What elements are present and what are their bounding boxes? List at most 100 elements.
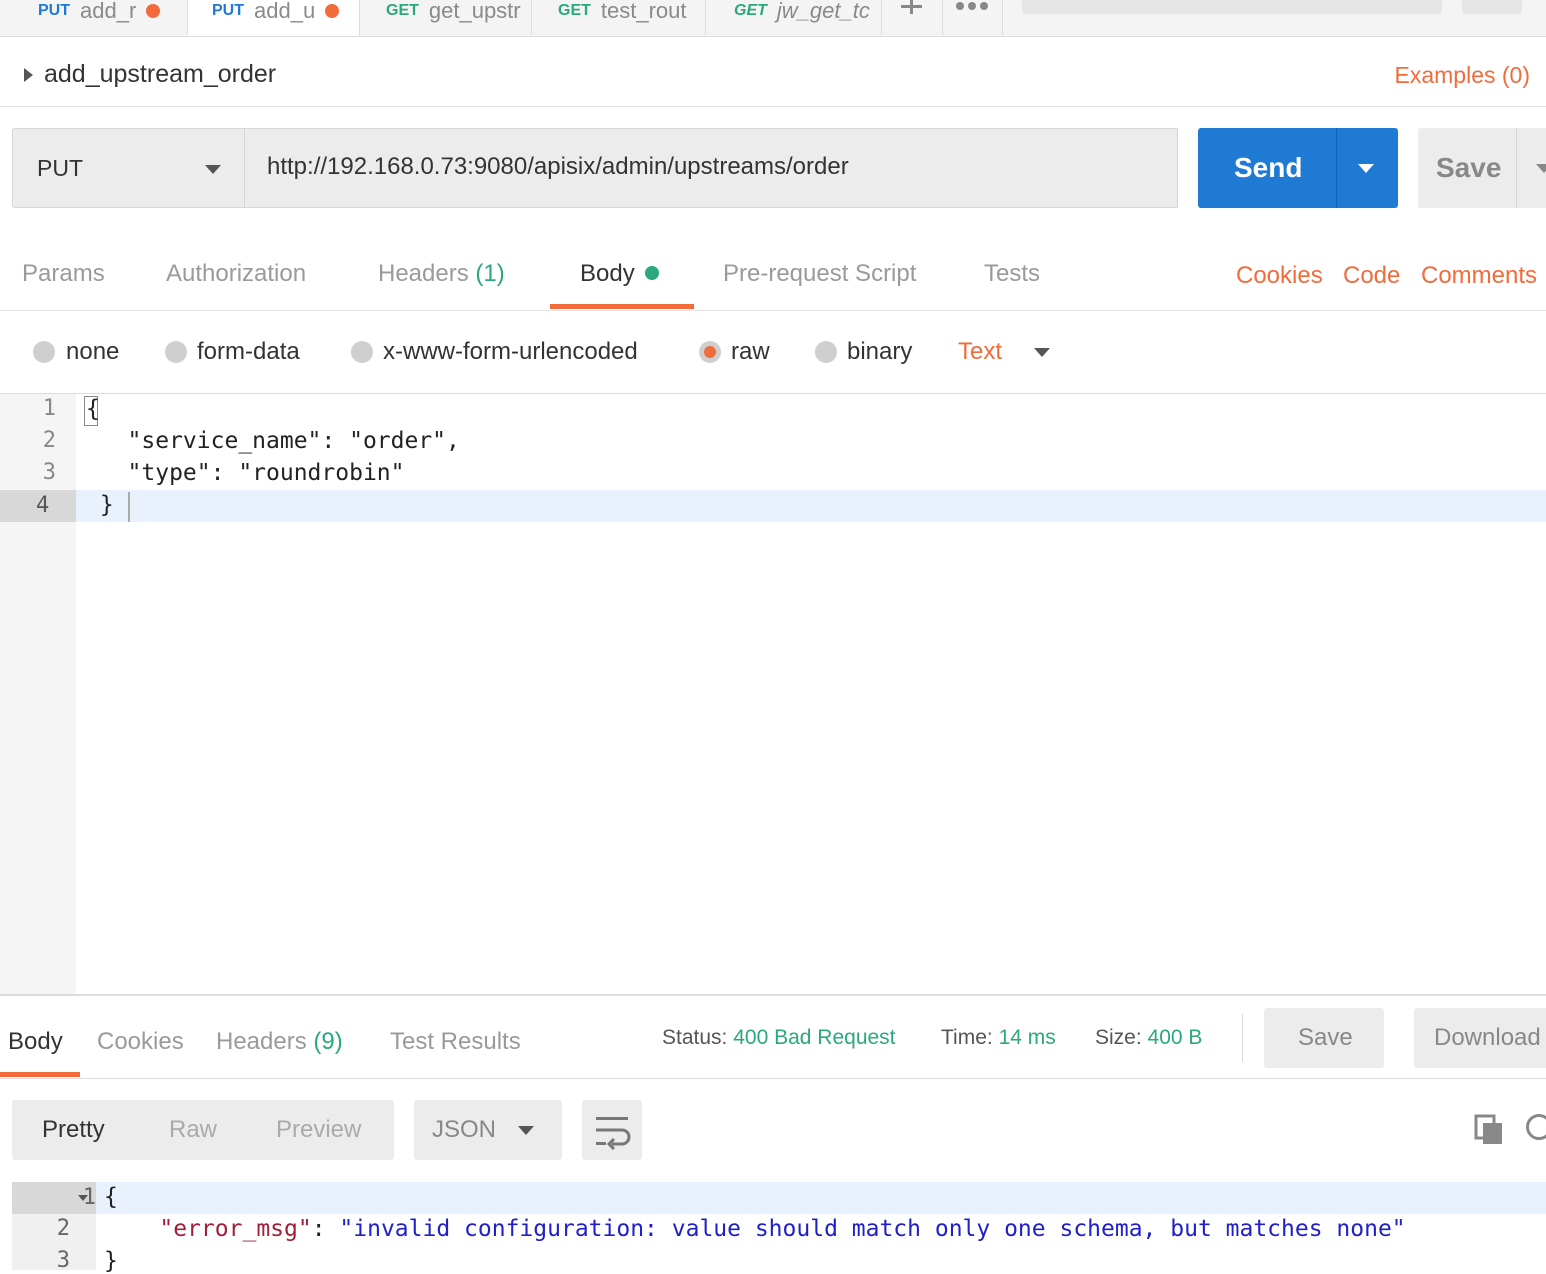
tab-title: test_rout: [600, 0, 687, 23]
url-input[interactable]: http://192.168.0.73:9080/apisix/admin/up…: [245, 128, 1178, 208]
request-name[interactable]: add_upstream_order: [44, 60, 276, 89]
line-number: 4: [0, 490, 76, 522]
language-select[interactable]: JSON: [414, 1100, 562, 1160]
tab-bar: PUT add_r PUT add_u GET get_upstr GET te…: [0, 0, 1546, 37]
radio-form-data-label[interactable]: form-data: [197, 338, 300, 366]
save-button[interactable]: Save: [1418, 128, 1546, 208]
new-tab-button[interactable]: [882, 0, 943, 35]
response-json-open: {: [104, 1184, 118, 1210]
tab-title: add_r: [80, 0, 137, 23]
environment-quick-look-button[interactable]: [1462, 0, 1522, 14]
copy-icon: [1474, 1114, 1502, 1144]
download-response-button[interactable]: Download: [1414, 1008, 1546, 1068]
save-divider: [1516, 128, 1517, 208]
tab-headers-label: Headers: [378, 260, 469, 287]
radio-raw-label[interactable]: raw: [731, 338, 770, 366]
size-label: Size:: [1095, 1026, 1142, 1049]
response-tab-test-results[interactable]: Test Results: [390, 1028, 521, 1056]
radio-form-data[interactable]: [165, 341, 187, 363]
editor-line[interactable]: "service_name": "order",: [86, 428, 460, 454]
tab-title: add_u: [254, 0, 316, 23]
time-label: Time:: [941, 1026, 993, 1049]
response-tab-body[interactable]: Body: [8, 1028, 63, 1056]
response-tab-cookies[interactable]: Cookies: [97, 1028, 184, 1056]
tab-method: PUT: [212, 2, 244, 19]
headers-count: (1): [475, 260, 505, 287]
time-value: 14 ms: [998, 1026, 1056, 1049]
cookies-link[interactable]: Cookies: [1236, 262, 1323, 290]
tab-method: GET: [386, 1, 419, 19]
language-label: JSON: [432, 1116, 497, 1143]
url-text: http://192.168.0.73:9080/apisix/admin/up…: [267, 153, 849, 180]
send-divider: [1336, 128, 1337, 208]
environment-select[interactable]: [1022, 0, 1442, 14]
response-current-line: [96, 1182, 1546, 1214]
plus-icon: [901, 0, 922, 14]
method-select[interactable]: PUT: [12, 128, 245, 208]
editor-line[interactable]: }: [86, 492, 114, 518]
copy-button[interactable]: [1474, 1114, 1504, 1146]
comments-link[interactable]: Comments: [1421, 262, 1537, 290]
unsaved-dot-icon: [146, 3, 161, 18]
tab-body[interactable]: Body: [580, 260, 659, 288]
more-tabs-button[interactable]: [942, 0, 1003, 35]
send-label: Send: [1234, 152, 1303, 183]
size-value: 400 B: [1147, 1026, 1203, 1049]
format-pretty[interactable]: Pretty: [42, 1116, 105, 1144]
tab-test-rout[interactable]: GET test_rout: [532, 0, 706, 35]
chevron-down-icon[interactable]: [1358, 164, 1374, 173]
radio-binary[interactable]: [815, 341, 837, 363]
tab-prerequest-script[interactable]: Pre-request Script: [723, 260, 916, 288]
line-number: 3: [42, 460, 56, 485]
format-raw[interactable]: Raw: [169, 1116, 217, 1144]
chevron-down-icon: [518, 1126, 534, 1135]
status-value: 400 Bad Request: [733, 1026, 896, 1049]
radio-none[interactable]: [33, 341, 55, 363]
unsaved-dot-icon: [325, 4, 340, 18]
line-number: 1: [42, 396, 56, 421]
tab-jw-get-tc[interactable]: GET jw_get_tc: [706, 0, 882, 35]
radio-urlencoded[interactable]: [351, 341, 373, 363]
response-json-line: "error_msg": "invalid configuration: val…: [104, 1216, 1405, 1242]
tab-method: PUT: [38, 1, 70, 19]
status-separator: [1242, 1014, 1243, 1062]
response-time: Time: 14 ms: [941, 1026, 1056, 1050]
more-icon: [956, 2, 988, 10]
tab-get-upstr[interactable]: GET get_upstr: [360, 0, 532, 35]
send-button[interactable]: Send: [1198, 128, 1398, 208]
save-response-button[interactable]: Save: [1264, 1008, 1384, 1068]
fold-chevron-down-icon[interactable]: [78, 1195, 88, 1201]
radio-raw[interactable]: [699, 341, 721, 363]
radio-none-label[interactable]: none: [66, 338, 119, 366]
json-colon: :: [311, 1216, 340, 1242]
editor-line[interactable]: "type": "roundrobin": [86, 460, 405, 486]
code-link[interactable]: Code: [1343, 262, 1400, 290]
save-response-label: Save: [1298, 1024, 1353, 1051]
json-key: "error_msg": [159, 1216, 312, 1242]
tab-method: GET: [558, 1, 591, 19]
tab-method: GET: [734, 1, 767, 19]
active-tab-underline: [550, 304, 694, 309]
tab-headers[interactable]: Headers (1): [378, 260, 505, 288]
radio-binary-label[interactable]: binary: [847, 338, 912, 366]
editor-line[interactable]: {: [86, 396, 100, 422]
status-label: Status:: [662, 1026, 728, 1049]
tab-params[interactable]: Params: [22, 260, 105, 288]
chevron-down-icon[interactable]: [1034, 348, 1050, 357]
radio-urlencoded-label[interactable]: x-www-form-urlencoded: [383, 338, 638, 366]
examples-link[interactable]: Examples (0): [1395, 62, 1530, 89]
tab-add-r[interactable]: PUT add_r: [0, 0, 188, 35]
chevron-down-icon[interactable]: [1536, 164, 1546, 173]
caret-right-icon[interactable]: [24, 68, 33, 82]
raw-type-select[interactable]: Text: [958, 338, 1002, 366]
search-icon[interactable]: [1526, 1114, 1546, 1140]
tab-tests[interactable]: Tests: [984, 260, 1040, 288]
save-label: Save: [1436, 152, 1502, 183]
tab-authorization[interactable]: Authorization: [166, 260, 306, 288]
format-preview[interactable]: Preview: [276, 1116, 361, 1144]
wrap-lines-button[interactable]: [582, 1100, 642, 1160]
tab-add-u[interactable]: PUT add_u: [188, 0, 360, 36]
response-tab-headers[interactable]: Headers (9): [216, 1028, 343, 1056]
response-size: Size: 400 B: [1095, 1026, 1202, 1050]
tab-body-label: Body: [580, 260, 635, 287]
